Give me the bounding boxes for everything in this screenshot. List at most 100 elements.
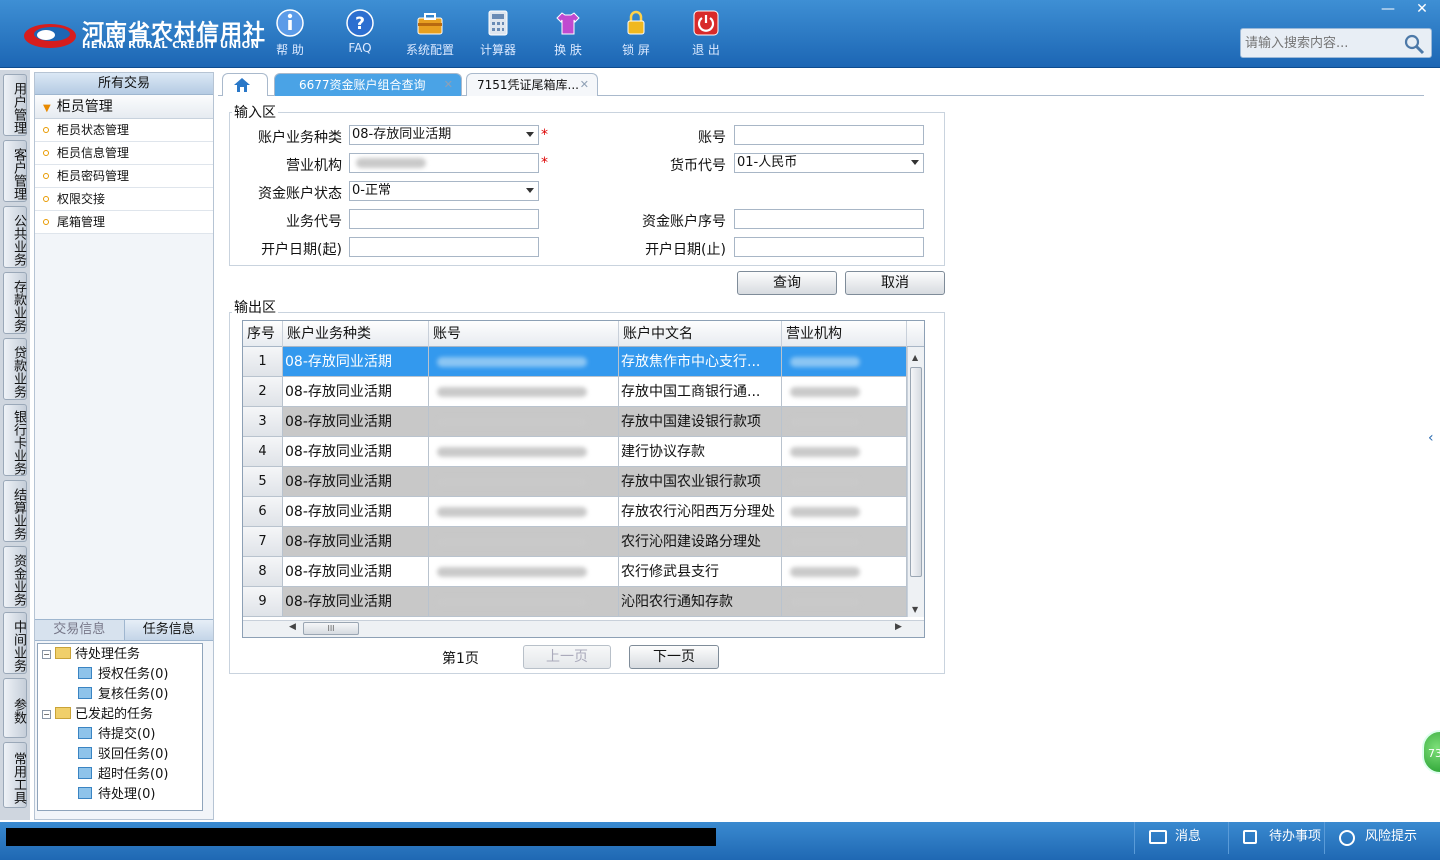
col-header-index[interactable]: 序号 <box>243 321 283 347</box>
vtab-bank-card[interactable]: 银行卡业务 <box>3 404 27 476</box>
tab-home[interactable] <box>222 73 268 96</box>
help-button[interactable]: 帮 助 <box>260 8 320 60</box>
table-row[interactable]: 8 08-存放同业活期 农行修武县支行 <box>243 557 907 587</box>
account-no-field[interactable] <box>734 125 924 145</box>
vtab-customer-mgmt[interactable]: 客户管理 <box>3 140 27 202</box>
hscroll-thumb[interactable]: III <box>303 622 359 635</box>
vtab-intermediary[interactable]: 中间业务 <box>3 612 27 674</box>
lock-icon <box>627 10 645 35</box>
tree-node-timeout[interactable]: 超时任务(0) <box>78 766 168 784</box>
menu-item-teller-password[interactable]: 柜员密码管理 <box>35 165 213 188</box>
question-icon: ? <box>346 9 374 37</box>
teller-mgmt-group[interactable]: ▼ 柜员管理 <box>35 95 213 119</box>
minimize-button[interactable]: — <box>1372 0 1404 18</box>
col-header-account-name[interactable]: 账户中文名 <box>619 321 782 347</box>
cancel-button[interactable]: 取消 <box>845 271 945 295</box>
all-transactions-header[interactable]: 所有交易 <box>35 73 213 95</box>
vertical-scrollbar[interactable]: ▲ ▼ <box>907 347 924 617</box>
close-tab-icon[interactable]: ✕ <box>580 74 589 96</box>
collapse-icon[interactable]: − <box>42 710 51 719</box>
info-icon <box>276 9 304 37</box>
table-row[interactable]: 7 08-存放同业活期 农行沁阳建设路分理处 <box>243 527 907 557</box>
close-tab-icon[interactable]: ✕ <box>444 74 453 96</box>
tab-trade-info[interactable]: 交易信息 <box>35 620 124 640</box>
vtab-user-mgmt[interactable]: 用户管理 <box>3 74 27 136</box>
table-row[interactable]: 9 08-存放同业活期 沁阳农行通知存款 <box>243 587 907 617</box>
menu-item-teller-status[interactable]: 柜员状态管理 <box>35 119 213 142</box>
horizontal-scrollbar[interactable]: ◀ III ▶ <box>243 620 924 637</box>
vtab-funds[interactable]: 资金业务 <box>3 546 27 608</box>
close-window-button[interactable]: ✕ <box>1406 0 1438 18</box>
account-type-select[interactable]: 08-存放同业活期 <box>349 125 539 145</box>
col-header-org[interactable]: 营业机构 <box>782 321 907 347</box>
faq-button[interactable]: ? FAQ <box>330 8 390 60</box>
query-button[interactable]: 查询 <box>737 271 837 295</box>
tab-7151-voucher[interactable]: 7151凭证尾箱库... ✕ <box>466 73 598 96</box>
todo-button[interactable]: 待办事项 <box>1228 822 1324 854</box>
floating-badge[interactable]: 73 <box>1422 730 1440 774</box>
currency-select[interactable]: 01-人民币 <box>734 153 924 173</box>
messages-button[interactable]: 消息 <box>1134 822 1228 854</box>
open-date-to-field[interactable] <box>734 237 924 257</box>
exit-label: 退 出 <box>692 43 720 57</box>
next-page-button[interactable]: 下一页 <box>629 645 719 669</box>
tab-6677-fund-query[interactable]: 6677资金账户组合查询 ✕ <box>274 73 462 96</box>
collapse-right-panel-icon[interactable]: ‹ <box>1428 430 1438 460</box>
scroll-thumb[interactable] <box>910 367 922 577</box>
menu-item-permission-handover[interactable]: 权限交接 <box>35 188 213 211</box>
col-header-account-no[interactable]: 账号 <box>429 321 619 347</box>
tree-node-to-submit[interactable]: 待提交(0) <box>78 726 155 744</box>
collapse-icon[interactable]: − <box>42 650 51 659</box>
table-row[interactable]: 3 08-存放同业活期 存放中国建设银行款项 <box>243 407 907 437</box>
vtab-public-business[interactable]: 公共业务 <box>3 206 27 268</box>
tab-task-info[interactable]: 任务信息 <box>123 620 213 640</box>
redacted-value <box>790 447 860 457</box>
table-row[interactable]: 6 08-存放同业活期 存放农行沁阳西万分理处 <box>243 497 907 527</box>
risk-alert-label: 风险提示 <box>1365 829 1418 844</box>
prev-page-button[interactable]: 上一页 <box>523 645 611 669</box>
col-header-account-type[interactable]: 账户业务种类 <box>283 321 429 347</box>
scroll-right-icon[interactable]: ▶ <box>895 622 902 632</box>
table-row[interactable]: 5 08-存放同业活期 存放中国农业银行款项 <box>243 467 907 497</box>
table-row[interactable]: 2 08-存放同业活期 存放中国工商银行通... <box>243 377 907 407</box>
exit-button[interactable]: 退 出 <box>676 8 736 60</box>
table-header: 序号 账户业务种类 账号 账户中文名 营业机构 <box>243 321 924 347</box>
scroll-left-icon[interactable]: ◀ <box>289 622 296 632</box>
scroll-up-icon[interactable]: ▲ <box>912 353 918 362</box>
menu-item-teller-info[interactable]: 柜员信息管理 <box>35 142 213 165</box>
checkbox-icon <box>1243 830 1257 844</box>
biz-code-field[interactable] <box>349 209 539 229</box>
vtab-settlement[interactable]: 结算业务 <box>3 480 27 542</box>
table-row[interactable]: 4 08-存放同业活期 建行协议存款 <box>243 437 907 467</box>
vtab-loan[interactable]: 贷款业务 <box>3 338 27 400</box>
tree-node-rejected[interactable]: 驳回任务(0) <box>78 746 168 764</box>
scroll-down-icon[interactable]: ▼ <box>912 605 918 614</box>
tree-node-auth-task[interactable]: 授权任务(0) <box>78 666 168 684</box>
org-field[interactable] <box>349 153 539 173</box>
tree-node-review-task[interactable]: 复核任务(0) <box>78 686 168 704</box>
menu-item-tail-box[interactable]: 尾箱管理 <box>35 211 213 234</box>
lock-screen-button[interactable]: 锁 屏 <box>606 8 666 60</box>
vtab-tools[interactable]: 常用工具 <box>3 742 27 808</box>
dropdown-arrow-icon <box>911 160 919 165</box>
vtab-deposit[interactable]: 存款业务 <box>3 272 27 334</box>
cell-org <box>782 377 907 407</box>
tree-node-pending[interactable]: − 待处理任务 <box>42 646 140 664</box>
open-date-from-field[interactable] <box>349 237 539 257</box>
fund-seq-field[interactable] <box>734 209 924 229</box>
fund-status-select[interactable]: 0-正常 <box>349 181 539 201</box>
search-icon[interactable] <box>1403 33 1425 55</box>
calculator-button[interactable]: 计算器 <box>468 8 528 60</box>
cell-account-type: 08-存放同业活期 <box>283 407 429 437</box>
table-row[interactable]: 1 08-存放同业活期 存放焦作市中心支行... <box>243 347 907 377</box>
risk-alert-button[interactable]: 风险提示 <box>1324 822 1440 854</box>
vtab-params[interactable]: 参数 <box>3 678 27 738</box>
tree-node-to-process[interactable]: 待处理(0) <box>78 786 155 804</box>
skin-button[interactable]: 换 肤 <box>538 8 598 60</box>
search-input[interactable] <box>1241 29 1401 57</box>
cell-account-name: 沁阳农行通知存款 <box>619 587 782 617</box>
fund-seq-label: 资金账户序号 <box>642 214 726 230</box>
system-config-button[interactable]: 系统配置 <box>400 8 460 60</box>
tree-node-initiated[interactable]: − 已发起的任务 <box>42 706 153 724</box>
cell-account-type: 08-存放同业活期 <box>283 377 429 407</box>
